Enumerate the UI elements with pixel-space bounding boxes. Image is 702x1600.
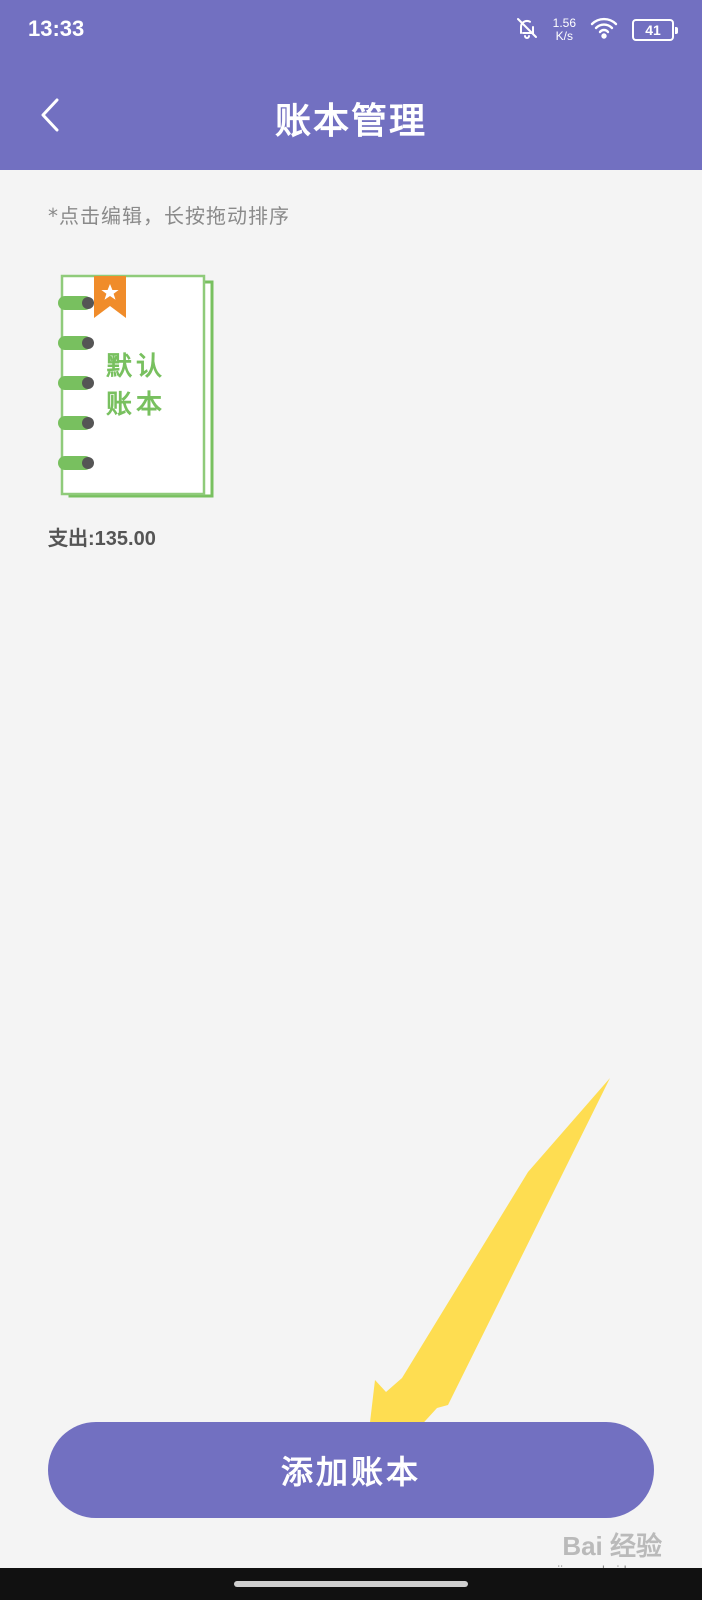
app-header: 账本管理 [0, 64, 702, 170]
watermark-brand: Bai 经验 [562, 1531, 662, 1561]
net-speed-unit: K/s [555, 29, 573, 43]
hint-text: *点击编辑，长按拖动排序 [48, 204, 290, 228]
book-expense: 支出:135.00 [48, 528, 156, 550]
status-time: 13:33 [28, 16, 85, 41]
system-nav-bar [0, 1568, 702, 1600]
book-title-line1: 默认 [106, 352, 167, 382]
home-indicator[interactable] [234, 1581, 468, 1587]
book-title-line2: 账本 [106, 390, 167, 420]
wifi-icon [590, 17, 618, 43]
status-icons: 1.56 K/s 41 [515, 16, 678, 44]
battery-icon: 41 [632, 19, 678, 41]
yellow-arrow-annotation [362, 1078, 610, 1490]
bell-off-icon [515, 16, 539, 44]
status-bar: 13:33 1.56 K/s 41 [0, 0, 702, 64]
book-card-default[interactable]: 默认 账本 支出:135.00 [48, 272, 228, 552]
book-title: 默认 账本 [106, 348, 186, 424]
net-speed: 1.56 K/s [553, 17, 576, 43]
page-title: 账本管理 [274, 101, 427, 142]
notebook-icon: 默认 账本 [48, 272, 218, 512]
add-book-button[interactable]: 添加账本 [48, 1422, 654, 1518]
